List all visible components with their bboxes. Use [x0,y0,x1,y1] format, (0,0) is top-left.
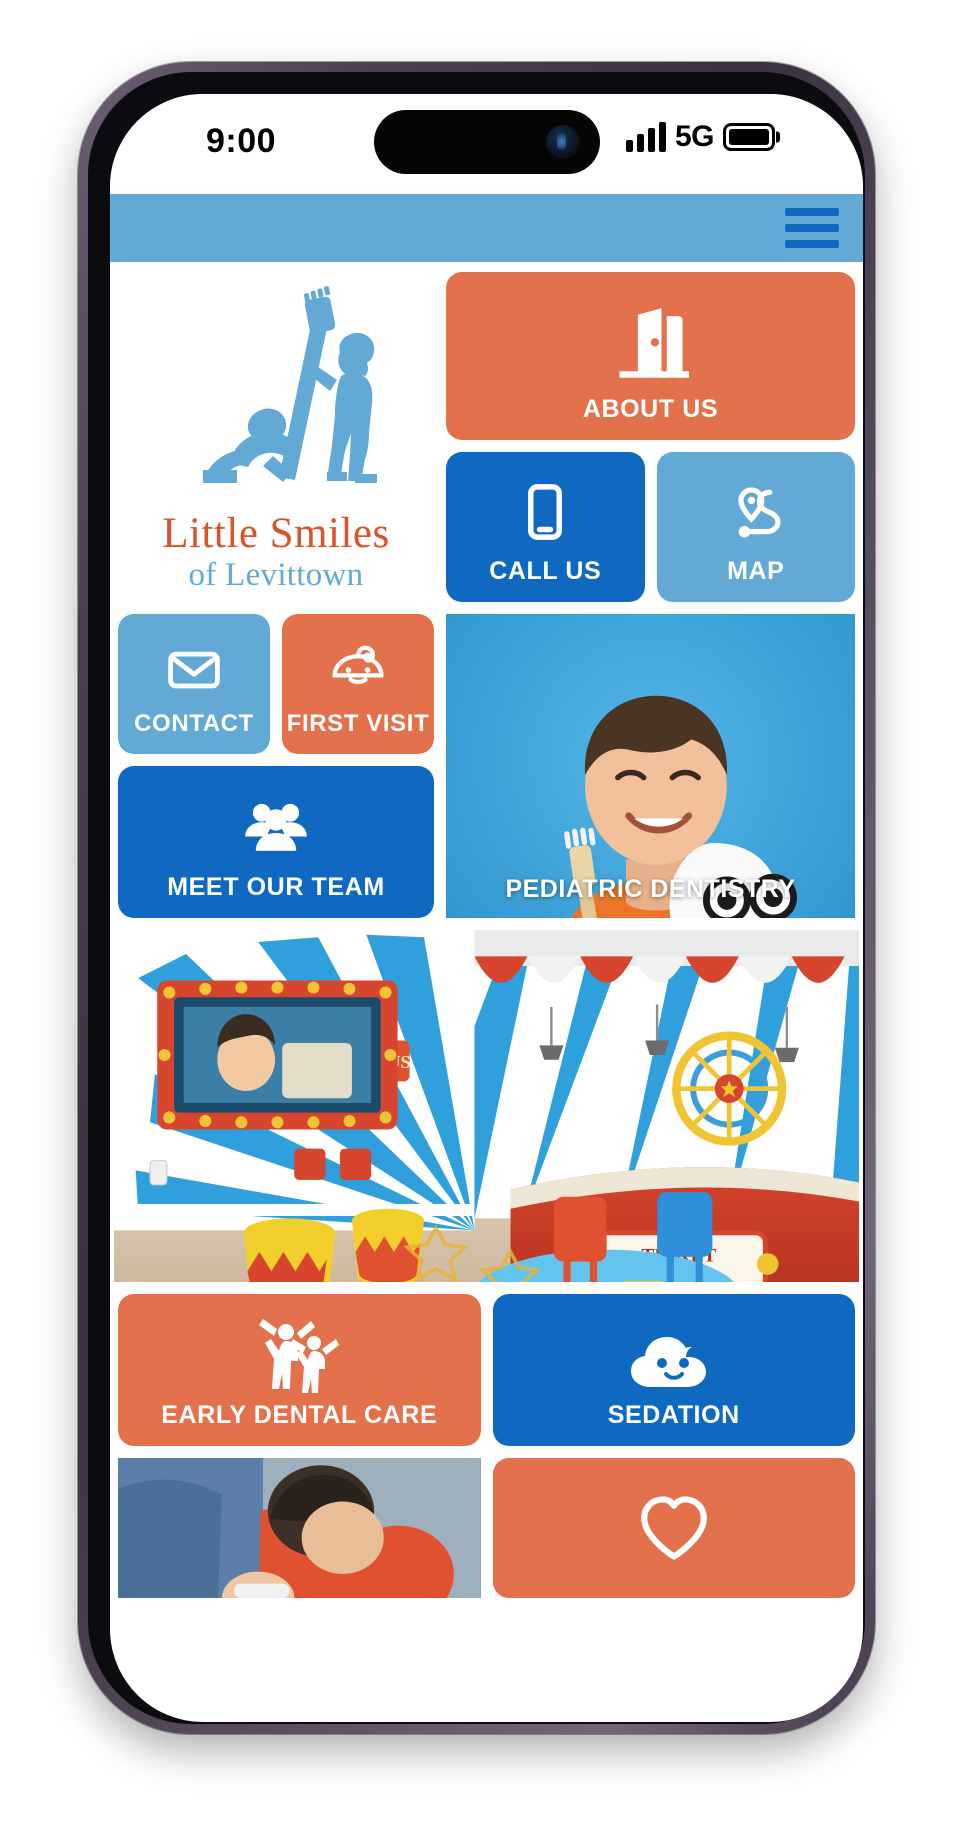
tile-call-us-label: CALL US [489,557,602,585]
phone-screen: 9:00 5G Little Smiles of Levittown ABOUT… [110,94,863,1722]
tile-contact-label: CONTACT [134,710,254,737]
photo-boy-with-plush-tooth [446,614,855,918]
jumping-children-icon [118,1294,481,1401]
front-camera-icon [545,125,580,159]
tile-meet-our-team[interactable]: MEET OUR TEAM [118,766,434,918]
tile-sedation[interactable]: SEDATION [492,1294,856,1446]
signal-bars-icon [625,122,666,152]
tile-row-1: Little Smiles of Levittown ABOUT US CALL… [110,266,863,614]
tile-map-label: MAP [727,557,785,585]
tile-row-2: CONTACT FIRST VISIT MEET OUR TEAM PEDIAT… [110,614,863,930]
tile-about-us[interactable]: ABOUT US [446,272,855,440]
tile-row-4: EARLY DENTAL CARE SEDATION [110,1294,863,1458]
battery-full-icon [723,123,775,151]
people-group-icon [118,766,434,873]
mobile-phone-icon [446,452,645,557]
dynamic-island [373,110,600,174]
tile-first-visit-label: FIRST VISIT [286,710,430,737]
tile-early-dental-care[interactable]: EARLY DENTAL CARE [118,1294,481,1446]
heart-icon [493,1458,856,1598]
tile-sedation-label: SEDATION [607,1401,740,1429]
tile-call-us[interactable]: CALL US [446,452,645,602]
status-bar-time: 9:00 [206,122,277,160]
status-bar-indicators: 5G [625,120,775,154]
tile-map[interactable]: MAP [656,452,856,602]
brand-logo-block: Little Smiles of Levittown [118,272,434,602]
tile-grid: Little Smiles of Levittown ABOUT US CALL… [110,262,863,1598]
photo-circus-themed-office: TICKET BOOTH CIRCUS [114,930,859,1282]
open-door-icon [446,272,855,395]
tile-office-tour[interactable]: TICKET BOOTH CIRCUS [114,930,859,1282]
tile-favorites[interactable] [492,1458,856,1598]
map-route-pin-icon [657,452,856,557]
tile-about-us-label: ABOUT US [582,395,719,423]
hamburger-menu-icon[interactable] [785,208,839,248]
sleeping-cloud-icon [493,1294,856,1401]
tile-pediatric-dentistry-label: PEDIATRIC DENTISTRY [505,875,796,903]
tile-first-visit[interactable]: FIRST VISIT [282,614,434,754]
baby-face-icon [282,614,434,710]
phone-device-frame: 9:00 5G Little Smiles of Levittown ABOUT… [78,62,875,1734]
envelope-icon [118,614,270,710]
tile-contact[interactable]: CONTACT [118,614,270,754]
children-toothbrush-logo [203,286,377,484]
tile-early-dental-care-label: EARLY DENTAL CARE [161,1401,438,1429]
screenshot-root: 9:00 5G Little Smiles of Levittown ABOUT… [0,0,953,1822]
network-type-label: 5G [674,120,715,153]
tile-row-3: TICKET BOOTH CIRCUS [110,930,863,1294]
tile-meet-our-team-label: MEET OUR TEAM [167,873,385,901]
tile-row-5 [110,1458,863,1598]
app-header-bar [110,194,863,262]
photo-child-in-dental-chair [118,1458,481,1598]
status-bar: 9:00 5G [110,94,863,194]
phone-bezel: 9:00 5G Little Smiles of Levittown ABOUT… [88,72,865,1724]
tile-patient-photo[interactable] [118,1458,481,1598]
brand-subtitle: of Levittown [188,557,364,594]
brand-title: Little Smiles [162,510,390,558]
tile-pediatric-dentistry[interactable]: PEDIATRIC DENTISTRY [446,614,855,918]
